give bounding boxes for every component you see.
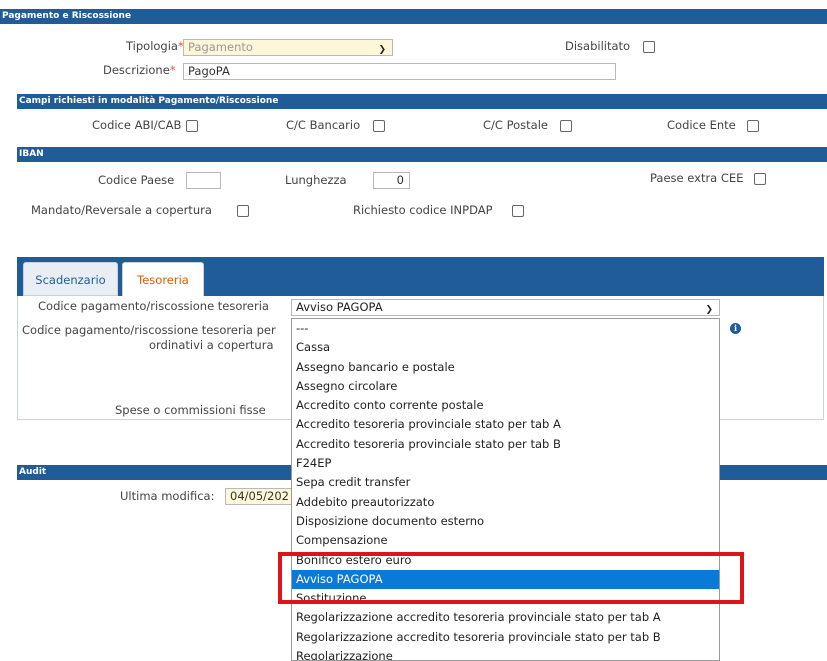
codice-paese-input[interactable] xyxy=(186,172,221,189)
mandato-reversale-label: Mandato/Reversale a copertura xyxy=(31,203,212,217)
dropdown-option[interactable]: --- xyxy=(292,319,719,338)
codice-ordinativi-label-line1: Codice pagamento/riscossione tesoreria p… xyxy=(22,323,276,337)
chevron-down-icon: ❯ xyxy=(705,305,713,315)
cc-bancario-label: C/C Bancario xyxy=(286,118,361,132)
codice-ente-label: Codice Ente xyxy=(667,118,736,132)
iban-section-bar: IBAN xyxy=(17,147,827,162)
richiesto-inpdap-checkbox[interactable] xyxy=(512,205,524,217)
disabilitato-label: Disabilitato xyxy=(565,39,631,53)
tipologia-label: Tipologia* xyxy=(126,39,184,53)
codice-ordinativi-label-line2: ordinativi a copertura xyxy=(149,338,274,352)
info-icon[interactable]: i xyxy=(730,323,741,334)
paese-extra-cee-checkbox[interactable] xyxy=(754,173,766,185)
iban-section-title: IBAN xyxy=(19,149,44,159)
lunghezza-input[interactable]: 0 xyxy=(373,172,410,189)
annotation-highlight-box xyxy=(278,552,744,604)
codice-abi-cab-checkbox[interactable] xyxy=(186,120,198,132)
campi-section-title: Campi richiesti in modalità Pagamento/Ri… xyxy=(19,96,279,106)
audit-section-title: Audit xyxy=(19,467,47,477)
tab-tesoreria[interactable]: Tesoreria xyxy=(122,262,204,296)
codice-pagamento-select[interactable]: Avviso PAGOPA ❯ xyxy=(291,299,720,316)
codice-paese-label: Codice Paese xyxy=(98,173,175,187)
tipologia-select[interactable]: Pagamento ❯ xyxy=(183,39,393,56)
codice-ente-checkbox[interactable] xyxy=(747,120,759,132)
tab-scadenzario[interactable]: Scadenzario xyxy=(23,262,118,296)
paese-extra-cee-label: Paese extra CEE xyxy=(650,171,744,185)
dropdown-option[interactable]: Sepa credit transfer xyxy=(292,473,719,492)
dropdown-options: --- Cassa Assegno bancario e postale Assegn… xyxy=(292,319,719,660)
dropdown-option[interactable]: Compensazione xyxy=(292,531,719,550)
descrizione-input[interactable]: PagoPA xyxy=(183,63,616,80)
lunghezza-label: Lunghezza xyxy=(285,173,347,187)
dropdown-option[interactable]: Accredito conto corrente postale xyxy=(292,396,719,415)
descrizione-label: Descrizione* xyxy=(103,63,176,77)
dropdown-option[interactable]: Disposizione documento esterno xyxy=(292,512,719,531)
spese-commissioni-label: Spese o commissioni fisse xyxy=(115,403,266,417)
cc-postale-checkbox[interactable] xyxy=(560,120,572,132)
ultima-modifica-label: Ultima modifica: xyxy=(120,489,215,503)
chevron-down-icon: ❯ xyxy=(378,45,386,55)
codice-pagamento-label: Codice pagamento/riscossione tesoreria xyxy=(38,299,269,313)
dropdown-option[interactable]: F24EP xyxy=(292,454,719,473)
dropdown-option[interactable]: Addebito preautorizzato xyxy=(292,493,719,512)
disabilitato-checkbox[interactable] xyxy=(643,41,655,53)
codice-pagamento-dropdown[interactable]: --- Cassa Assegno bancario e postale Assegn… xyxy=(291,318,720,661)
richiesto-inpdap-label: Richiesto codice INPDAP xyxy=(353,203,493,217)
dropdown-option[interactable]: Accredito tesoreria provinciale stato pe… xyxy=(292,415,719,434)
codice-abi-cab-label: Codice ABI/CAB xyxy=(92,118,182,132)
page-header-bar: Pagamento e Riscossione xyxy=(0,9,827,24)
mandato-reversale-checkbox[interactable] xyxy=(237,205,249,217)
cc-bancario-checkbox[interactable] xyxy=(373,120,385,132)
dropdown-option[interactable]: Accredito tesoreria provinciale stato pe… xyxy=(292,435,719,454)
campi-section-bar: Campi richiesti in modalità Pagamento/Ri… xyxy=(17,94,827,109)
dropdown-option[interactable]: Regolarizzazione accredito tesoreria pro… xyxy=(292,608,719,627)
cc-postale-label: C/C Postale xyxy=(483,118,548,132)
dropdown-option[interactable]: Regolarizzazione accredito tesoreria pro… xyxy=(292,628,719,647)
dropdown-option[interactable]: Assegno circolare xyxy=(292,377,719,396)
dropdown-option[interactable]: Assegno bancario e postale xyxy=(292,358,719,377)
page-title: Pagamento e Riscossione xyxy=(2,11,132,21)
dropdown-option[interactable]: Regolarizzazione xyxy=(292,647,719,660)
dropdown-option[interactable]: Cassa xyxy=(292,338,719,357)
